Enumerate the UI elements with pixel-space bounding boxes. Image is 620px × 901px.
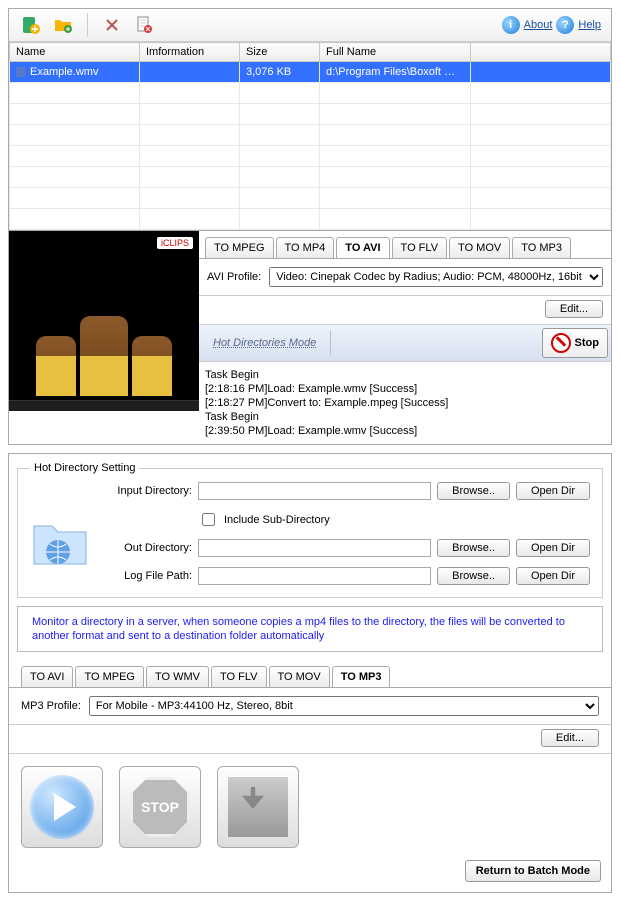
tab-to-mp3[interactable]: TO MP3 bbox=[332, 666, 391, 687]
hot-directory-fieldset: Hot Directory Setting Input Directory: B… bbox=[17, 462, 603, 598]
log-browse-button[interactable]: Browse.. bbox=[437, 567, 510, 585]
input-browse-button[interactable]: Browse.. bbox=[437, 482, 510, 500]
input-dir-field[interactable] bbox=[198, 482, 431, 500]
log-path-field[interactable] bbox=[198, 567, 431, 585]
table-row[interactable] bbox=[10, 125, 611, 146]
add-folder-button[interactable] bbox=[47, 13, 79, 37]
stop-big-button[interactable]: STOP bbox=[119, 766, 201, 848]
folder-plus-icon bbox=[53, 15, 73, 35]
preview-area: iCLIPS TO MPEGTO MP4TO AVITO FLVTO MOVTO… bbox=[9, 230, 611, 444]
tab-to-avi[interactable]: TO AVI bbox=[336, 237, 389, 258]
tab-to-mpeg[interactable]: TO MPEG bbox=[205, 237, 274, 258]
play-icon bbox=[30, 775, 94, 839]
out-open-button[interactable]: Open Dir bbox=[516, 539, 590, 557]
main-window: i About ? Help NameImformationSizeFull N… bbox=[8, 8, 612, 445]
add-file-button[interactable] bbox=[15, 13, 47, 37]
watermark: iCLIPS bbox=[157, 237, 193, 249]
return-batch-button[interactable]: Return to Batch Mode bbox=[465, 860, 601, 882]
column-header[interactable]: Imformation bbox=[140, 43, 240, 62]
about-icon: i bbox=[502, 16, 520, 34]
include-sub-label: Include Sub-Directory bbox=[224, 514, 330, 526]
profile-select[interactable]: Video: Cinepak Codec by Radius; Audio: P… bbox=[269, 267, 603, 287]
table-row[interactable] bbox=[10, 83, 611, 104]
help-icon: ? bbox=[556, 16, 574, 34]
document-x-icon bbox=[134, 15, 154, 35]
tab-to-mp4[interactable]: TO MP4 bbox=[276, 237, 335, 258]
preview-progress[interactable] bbox=[9, 400, 199, 411]
film-plus-icon bbox=[21, 15, 41, 35]
table-row[interactable] bbox=[10, 104, 611, 125]
help-link[interactable]: Help bbox=[578, 19, 601, 31]
output-big-button[interactable] bbox=[217, 766, 299, 848]
about-link[interactable]: About bbox=[524, 19, 553, 31]
folder-globe-icon bbox=[30, 512, 90, 572]
tab-to-flv[interactable]: TO FLV bbox=[392, 237, 448, 258]
log-output: Task Begin [2:18:16 PM]Load: Example.wmv… bbox=[199, 362, 611, 444]
tab-to-mov[interactable]: TO MOV bbox=[269, 666, 330, 687]
toolbar-separator bbox=[87, 13, 88, 37]
input-open-button[interactable]: Open Dir bbox=[516, 482, 590, 500]
out-dir-label: Out Directory: bbox=[102, 542, 192, 554]
profile-label: AVI Profile: bbox=[207, 271, 261, 283]
play-big-button[interactable] bbox=[21, 766, 103, 848]
stop-icon bbox=[551, 333, 571, 353]
tab-to-mp3[interactable]: TO MP3 bbox=[512, 237, 571, 258]
stop-sign-icon: STOP bbox=[130, 777, 190, 837]
format-tabs: TO MPEGTO MP4TO AVITO FLVTO MOVTO MP3 bbox=[199, 231, 611, 259]
tab-to-mpeg[interactable]: TO MPEG bbox=[75, 666, 144, 687]
delete-button[interactable] bbox=[96, 13, 128, 37]
table-row[interactable] bbox=[10, 188, 611, 209]
down-arrow-box-icon bbox=[228, 777, 288, 837]
clear-button[interactable] bbox=[128, 13, 160, 37]
hot-directories-mode-button[interactable]: Hot Directories Mode bbox=[199, 331, 331, 355]
tab-to-wmv[interactable]: TO WMV bbox=[146, 666, 209, 687]
profile-select-2[interactable]: For Mobile - MP3:44100 Hz, Stereo, 8bit bbox=[89, 696, 599, 716]
stop-button[interactable]: Stop bbox=[542, 328, 608, 358]
column-header[interactable]: Size bbox=[240, 43, 320, 62]
toolbar: i About ? Help bbox=[9, 9, 611, 42]
log-open-button[interactable]: Open Dir bbox=[516, 567, 590, 585]
edit-profile-button[interactable]: Edit... bbox=[545, 300, 603, 318]
delete-icon bbox=[102, 15, 122, 35]
column-header[interactable]: Name bbox=[10, 43, 140, 62]
log-path-label: Log File Path: bbox=[102, 570, 192, 582]
table-row[interactable] bbox=[10, 167, 611, 188]
column-header[interactable]: Full Name bbox=[320, 43, 471, 62]
out-browse-button[interactable]: Browse.. bbox=[437, 539, 510, 557]
edit-profile-button-2[interactable]: Edit... bbox=[541, 729, 599, 747]
hot-directory-window: Hot Directory Setting Input Directory: B… bbox=[8, 453, 612, 893]
out-dir-field[interactable] bbox=[198, 539, 431, 557]
profile-label-2: MP3 Profile: bbox=[21, 700, 81, 712]
column-header[interactable] bbox=[471, 43, 611, 62]
tab-to-avi[interactable]: TO AVI bbox=[21, 666, 73, 687]
tab-to-flv[interactable]: TO FLV bbox=[211, 666, 267, 687]
include-sub-checkbox[interactable] bbox=[202, 513, 215, 526]
fieldset-legend: Hot Directory Setting bbox=[30, 462, 139, 474]
table-row[interactable] bbox=[10, 209, 611, 230]
file-table: NameImformationSizeFull Name Example.wmv… bbox=[9, 42, 611, 230]
format-tabs-2: TO AVITO MPEGTO WMVTO FLVTO MOVTO MP3 bbox=[9, 660, 611, 688]
info-note: Monitor a directory in a server, when so… bbox=[17, 606, 603, 652]
tab-to-mov[interactable]: TO MOV bbox=[449, 237, 510, 258]
input-dir-label: Input Directory: bbox=[102, 485, 192, 497]
table-row[interactable]: Example.wmv3,076 KBd:\Program Files\Boxo… bbox=[10, 62, 611, 83]
table-row[interactable] bbox=[10, 146, 611, 167]
video-preview[interactable]: iCLIPS bbox=[9, 231, 199, 411]
